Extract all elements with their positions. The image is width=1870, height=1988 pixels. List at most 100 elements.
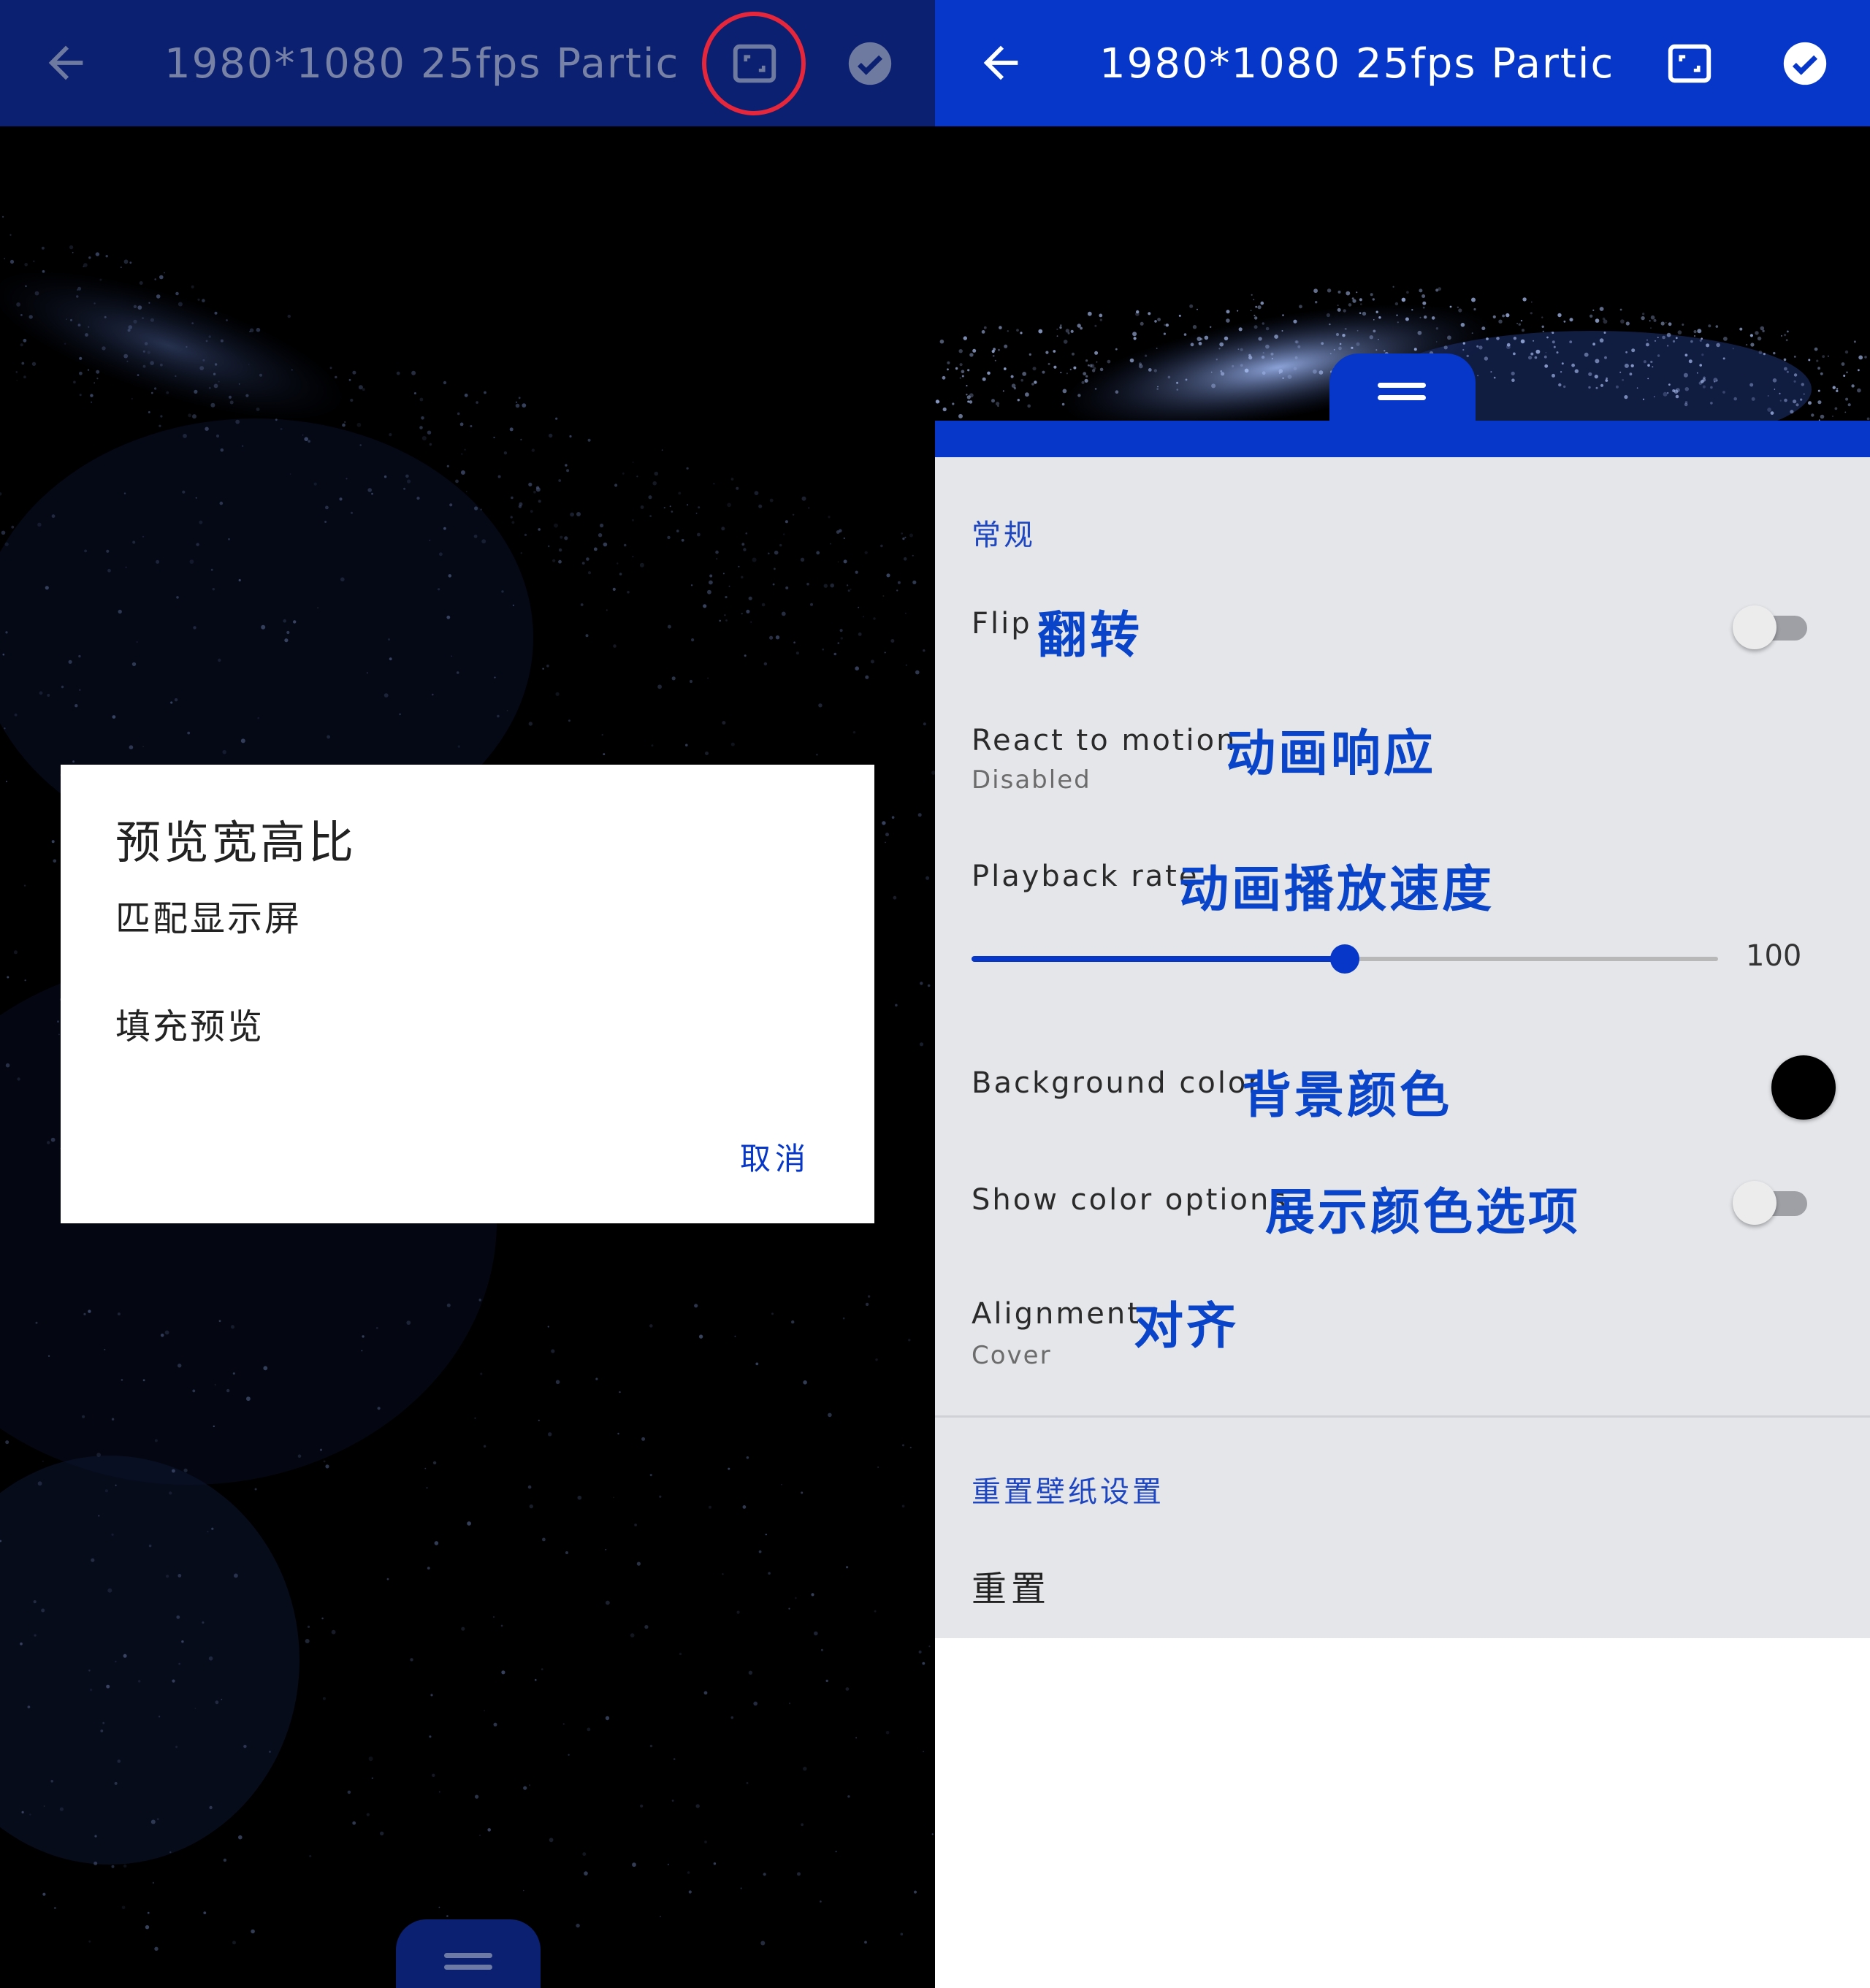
particle-dot (1435, 327, 1439, 330)
particle-dot (1563, 385, 1566, 389)
particle-dot (1042, 370, 1045, 374)
particle-dot (1723, 337, 1728, 341)
particle-dot (1642, 398, 1645, 400)
particle-dot (1561, 362, 1564, 365)
particle-dot (1653, 318, 1657, 322)
particle-dot (1584, 352, 1589, 357)
playback-rate-slider[interactable] (972, 937, 1718, 981)
particle-dot (1431, 316, 1435, 320)
particle-dot (1486, 337, 1489, 340)
particle-dot (1588, 386, 1591, 389)
particle-dot (1599, 307, 1604, 311)
particle-dot (1192, 325, 1197, 329)
particle-dot (1786, 370, 1789, 373)
particle-dot (1248, 356, 1253, 360)
option-fill-preview[interactable]: 填充预览 (115, 994, 773, 1060)
particle-dot (1244, 368, 1249, 373)
particle-dot (1646, 339, 1648, 341)
aspect-ratio-icon[interactable] (1664, 38, 1715, 89)
particle-dot (938, 401, 940, 403)
arrow-left-icon[interactable] (975, 37, 1026, 88)
particle-dot (1773, 351, 1776, 355)
settings-sheet: 常规 Flip 翻转 React to motion 动画响应 Disabled… (935, 457, 1870, 1638)
particle-dot (981, 330, 985, 334)
particle-dot (1603, 319, 1608, 324)
particle-dot (1779, 399, 1782, 402)
check-circle-icon[interactable] (1779, 38, 1831, 89)
particle-dot (1084, 378, 1088, 383)
particle-dot (1702, 378, 1706, 382)
particle-dot (1047, 362, 1050, 365)
check-circle-icon[interactable] (844, 38, 896, 89)
particle-dot (1226, 310, 1230, 314)
show-color-options-toggle[interactable] (1733, 1181, 1807, 1225)
particle-dot (1163, 332, 1166, 335)
particle-dot (1594, 375, 1598, 379)
particle-dot (1520, 319, 1523, 322)
particle-dot (1373, 319, 1375, 321)
particle-dot (1157, 318, 1161, 321)
particle-dot (959, 363, 963, 367)
particle-dot (1647, 378, 1649, 380)
particle-dot (1333, 349, 1335, 351)
particle-dot (1714, 381, 1715, 383)
slider-thumb[interactable] (1330, 944, 1359, 974)
particle-dot (1183, 333, 1187, 336)
particle-dot (1038, 329, 1043, 334)
particle-dot (1684, 402, 1688, 407)
particle-dot (1360, 303, 1362, 305)
particle-dot (1625, 321, 1630, 326)
cancel-button[interactable]: 取消 (740, 1134, 810, 1179)
option-match-display[interactable]: 匹配显示屏 (115, 886, 773, 952)
particle-dot (1496, 337, 1500, 340)
particle-dot (1820, 372, 1823, 375)
particle-dot (1375, 349, 1378, 351)
particle-dot (1020, 332, 1023, 334)
bottom-sheet-handle[interactable] (396, 1919, 541, 1988)
particle-dot (1770, 411, 1774, 415)
particle-dot (1785, 339, 1788, 342)
particle-dot (1844, 350, 1849, 354)
particle-dot (1511, 378, 1515, 382)
particle-dot (1224, 336, 1229, 340)
particle-dot (1337, 307, 1341, 312)
particle-dot (1318, 370, 1324, 375)
particle-dot (1282, 377, 1284, 379)
flip-toggle[interactable] (1733, 605, 1807, 649)
particle-dot (1702, 385, 1706, 389)
particle-dot (1834, 407, 1838, 410)
particle-dot (1817, 400, 1822, 405)
arrow-left-icon[interactable] (40, 37, 91, 88)
background-color-swatch[interactable] (1771, 1055, 1836, 1120)
particle-dot (1557, 313, 1562, 318)
particle-dot (1787, 330, 1789, 333)
particle-dot (1099, 367, 1104, 372)
particle-dot (1339, 343, 1342, 345)
particle-dot (1072, 352, 1075, 356)
show-color-options-annotation: 展示颜色选项 (1265, 1184, 1581, 1242)
particle-dot (1335, 332, 1340, 337)
particle-dot (1238, 327, 1243, 332)
alignment-summary: Cover (972, 1341, 1052, 1370)
particle-dot (1356, 342, 1360, 346)
reset-button[interactable]: 重置 (972, 1560, 1050, 1611)
particle-dot (1817, 367, 1820, 370)
particle-dot (1478, 345, 1483, 350)
particle-dot (1081, 381, 1085, 384)
playback-rate-title: Playback rate (972, 860, 1199, 893)
particle-dot (1099, 318, 1102, 321)
section-divider (935, 1415, 1870, 1418)
particle-dot (1781, 334, 1782, 337)
particle-dot (1458, 308, 1462, 313)
particle-dot (1693, 330, 1697, 334)
particle-dot (1603, 332, 1606, 334)
particle-dot (1077, 394, 1081, 397)
particle-dot (1556, 351, 1559, 354)
particle-dot (1690, 340, 1693, 343)
particle-dot (1533, 340, 1535, 342)
top-app-bar: 1980*1080 25fps Particl··· (935, 0, 1870, 126)
particle-dot (1767, 408, 1771, 412)
particle-dot (1287, 375, 1292, 379)
particle-dot (1779, 392, 1781, 394)
particle-dot (958, 349, 963, 353)
